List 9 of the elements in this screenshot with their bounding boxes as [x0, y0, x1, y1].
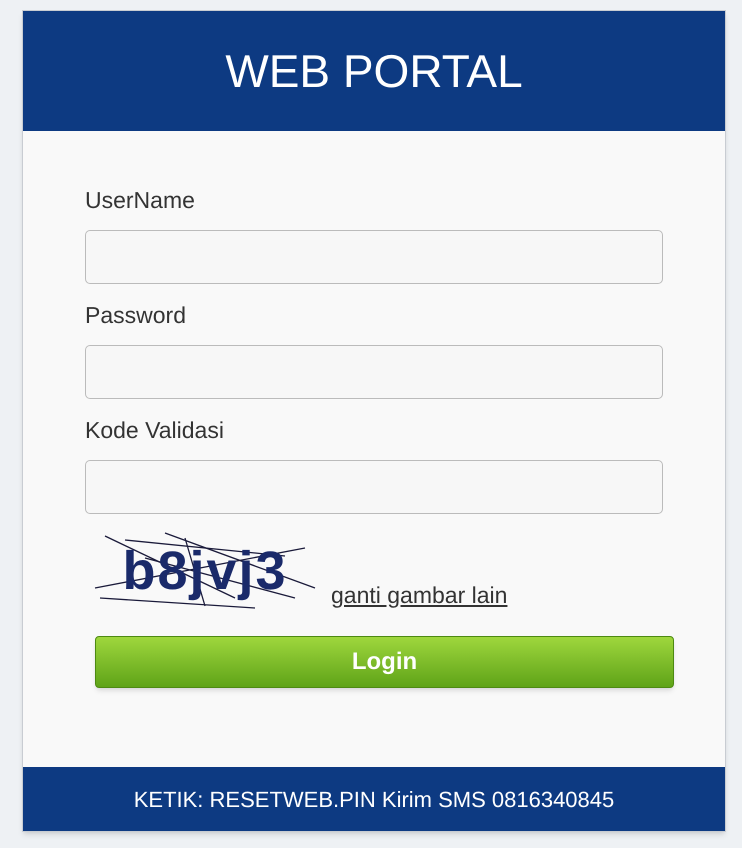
input-field[interactable] — [85, 345, 663, 399]
field-label: UserName — [85, 189, 196, 212]
input-field[interactable] — [85, 230, 663, 284]
input-field[interactable] — [85, 460, 663, 514]
refresh-captcha-link[interactable]: ganti gambar lain — [331, 578, 508, 612]
field-label: Password — [85, 304, 187, 327]
portal-title: WEB PORTAL — [225, 48, 523, 94]
footer-text: KETIK: RESETWEB.PIN Kirim SMS 0816340845 — [134, 786, 614, 814]
field-label: Kode Validasi — [85, 419, 225, 442]
